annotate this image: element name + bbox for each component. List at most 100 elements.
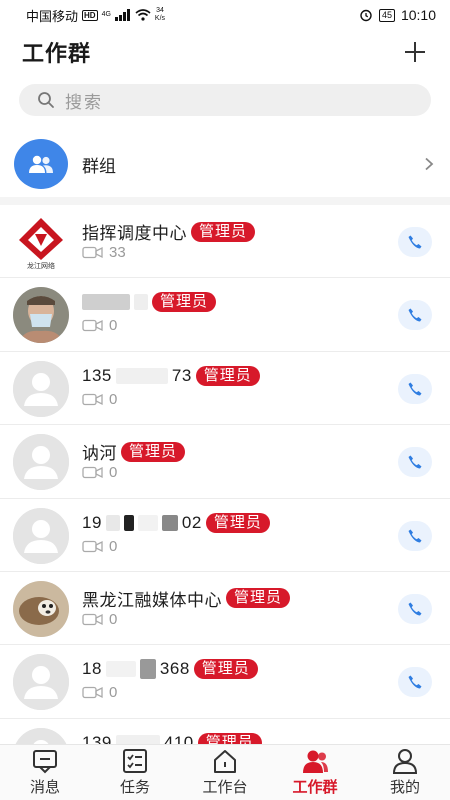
search-placeholder: 搜索 <box>65 92 103 112</box>
video-meta: 0 <box>82 464 117 481</box>
home-icon <box>214 750 236 773</box>
clock: 10:10 <box>400 7 436 23</box>
tab-label: 我的 <box>389 779 420 796</box>
plus-icon[interactable] <box>402 39 428 65</box>
tab-label: 任务 <box>119 779 150 796</box>
contact-name: 讷河 <box>82 444 117 464</box>
admin-badge: 管理员 <box>205 512 270 533</box>
task-icon <box>123 749 147 773</box>
redacted-name <box>115 367 168 384</box>
name-line: 黑龙江融媒体中心 管理员 <box>82 586 291 611</box>
phone-icon <box>408 235 422 249</box>
tab-label: 消息 <box>29 779 60 796</box>
admin-badge: 管理员 <box>193 659 258 680</box>
admin-badge: 管理员 <box>121 441 186 462</box>
name-line: 18 368 管理员 <box>82 659 258 680</box>
search-input[interactable]: 搜索 <box>19 84 431 116</box>
list-item[interactable]: 龙江网络 指挥调度中心 管理员 33 <box>0 205 450 279</box>
search-icon <box>38 92 54 108</box>
network-label: 4G <box>101 11 111 18</box>
contact-name-suffix: 73 <box>171 365 192 385</box>
tab-work-group[interactable]: 工作群 <box>270 745 360 800</box>
speed-value: 34 <box>156 7 164 14</box>
video-meta: 0 <box>82 611 117 628</box>
group-label: 群组 <box>82 156 116 176</box>
tab-profile[interactable]: 我的 <box>360 745 450 800</box>
list-item[interactable]: 讷河 管理员 0 <box>0 425 450 499</box>
video-meta: 0 <box>82 317 117 334</box>
redacted-name <box>137 514 158 531</box>
page-header: 工作群 <box>0 30 450 74</box>
contact-name-prefix: 19 <box>82 512 102 532</box>
call-button[interactable] <box>398 227 432 257</box>
admin-badge: 管理员 <box>195 365 260 386</box>
redacted-name <box>161 514 178 531</box>
name-line: 讷河 管理员 <box>82 439 186 464</box>
phone-icon <box>408 529 422 543</box>
video-count: 0 <box>109 464 118 482</box>
call-button[interactable] <box>398 593 432 624</box>
video-camera-icon <box>82 467 103 479</box>
video-count: 33 <box>109 244 126 261</box>
video-camera-icon <box>82 687 103 699</box>
call-button[interactable] <box>398 447 432 478</box>
video-camera-icon <box>82 540 103 552</box>
default-avatar-icon <box>13 507 69 564</box>
video-meta: 33 <box>82 244 126 261</box>
phone-icon <box>408 455 422 469</box>
contact-name-prefix: 135 <box>82 365 112 385</box>
message-icon <box>33 750 57 774</box>
tab-label: 工作群 <box>292 779 338 796</box>
call-button[interactable] <box>398 300 432 331</box>
redacted-name <box>123 514 134 531</box>
list-item[interactable]: 19 02 管理员 0 <box>0 499 450 572</box>
call-button[interactable] <box>398 520 432 551</box>
video-count: 0 <box>109 537 118 555</box>
group-icon <box>303 750 328 773</box>
avatar <box>13 507 69 564</box>
list-item[interactable]: 黑龙江融媒体中心 管理员 0 <box>0 572 450 646</box>
tab-tasks[interactable]: 任务 <box>90 745 180 800</box>
contact-list: 龙江网络 指挥调度中心 管理员 33 管理员 0 135 73 管理员 0 讷河… <box>0 205 450 793</box>
default-avatar-icon <box>13 434 69 491</box>
tab-label: 工作台 <box>202 779 248 796</box>
list-item[interactable]: 135 73 管理员 0 <box>0 352 450 426</box>
video-meta: 0 <box>82 391 117 408</box>
battery-indicator: 45 <box>378 8 395 22</box>
avatar <box>13 580 69 637</box>
tab-workbench[interactable]: 工作台 <box>180 745 270 800</box>
alarm-icon <box>360 9 372 22</box>
admin-badge: 管理员 <box>226 588 291 609</box>
longjiang-logo-icon: 龙江网络 <box>19 218 63 270</box>
list-item[interactable]: 管理员 0 <box>0 278 450 352</box>
phone-icon <box>408 602 422 616</box>
name-line: 管理员 <box>82 292 217 313</box>
name-line: 135 73 管理员 <box>82 365 260 386</box>
group-entry[interactable]: 群组 <box>0 136 450 192</box>
video-camera-icon <box>82 246 103 259</box>
call-button[interactable] <box>398 373 432 404</box>
contact-name: 黑龙江融媒体中心 <box>82 590 222 610</box>
tab-messages[interactable]: 消息 <box>0 745 90 800</box>
name-line: 指挥调度中心 管理员 <box>82 219 256 244</box>
video-count: 0 <box>109 684 118 702</box>
list-item[interactable]: 18 368 管理员 0 <box>0 645 450 719</box>
contact-name: 指挥调度中心 <box>82 224 187 243</box>
person-photo-icon <box>13 287 69 344</box>
avatar <box>13 360 69 417</box>
call-button[interactable] <box>398 667 432 698</box>
admin-badge: 管理员 <box>152 292 217 313</box>
svg-text:龙江网络: 龙江网络 <box>27 261 55 270</box>
redacted-name <box>105 514 120 531</box>
default-avatar-icon <box>13 654 69 711</box>
contact-name-prefix: 18 <box>82 659 102 679</box>
video-count: 0 <box>109 317 118 335</box>
section-divider <box>0 197 450 205</box>
contact-name-suffix: 368 <box>159 659 190 679</box>
redacted-name <box>134 294 148 311</box>
default-avatar-icon <box>13 360 69 417</box>
phone-icon <box>408 382 422 396</box>
redacted-name <box>105 661 136 678</box>
speed-unit: K/s <box>154 15 166 22</box>
avatar: 龙江网络 <box>13 214 69 270</box>
